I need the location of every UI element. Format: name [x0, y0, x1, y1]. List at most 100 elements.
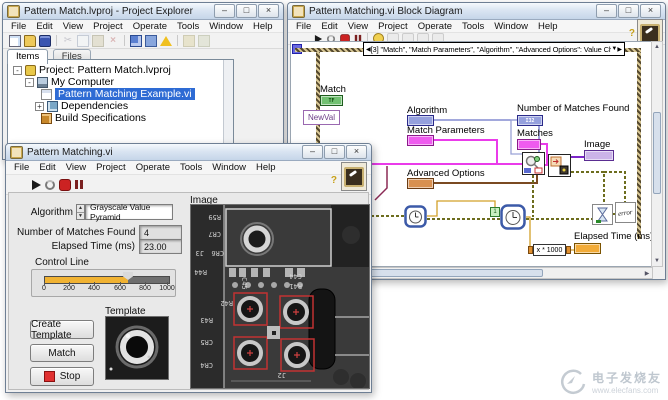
event-case-selector[interactable]: ◀ [3] "Match", "Match Parameters", "Algo…	[363, 42, 625, 56]
maximize-button[interactable]: □	[324, 145, 345, 159]
menu-edit[interactable]: Edit	[316, 21, 342, 32]
tick-count-icon-start[interactable]	[404, 205, 427, 228]
minimize-button[interactable]: –	[302, 145, 323, 159]
simple-error-handler-icon[interactable]: error	[615, 202, 636, 223]
menu-tools[interactable]: Tools	[457, 21, 489, 32]
menu-operate[interactable]: Operate	[128, 21, 172, 32]
front-panel-titlebar[interactable]: Pattern Matching.vi – □ ×	[6, 144, 371, 161]
number-of-matches-terminal[interactable]: I32	[517, 115, 543, 126]
tree-item-my-computer[interactable]: - My Computer	[8, 76, 233, 88]
paste-icon[interactable]	[92, 35, 104, 47]
tree-item-dependencies[interactable]: + Dependencies	[8, 100, 233, 112]
save-all-icon[interactable]	[39, 35, 51, 47]
svg-text:R43: R43	[200, 316, 213, 324]
menu-edit[interactable]: Edit	[31, 21, 57, 32]
new-file-icon[interactable]	[9, 35, 21, 47]
maximize-button[interactable]: □	[236, 4, 257, 18]
tree-item-pattern-matching-example[interactable]: Pattern Matching Example.vi	[8, 88, 233, 100]
context-help-icon[interactable]: ?	[629, 28, 635, 39]
menu-project[interactable]: Project	[88, 21, 128, 32]
event-case-label[interactable]: [3] "Match", "Match Parameters", "Algori…	[371, 45, 612, 54]
menu-help[interactable]: Help	[251, 162, 281, 173]
overlay-vi-icon[interactable]	[548, 154, 571, 177]
control-line-slider[interactable]: 0 200 400 600 800 1000	[31, 269, 176, 297]
tree-label[interactable]: Dependencies	[61, 100, 128, 112]
tree-label[interactable]: My Computer	[51, 76, 114, 88]
next-case-icon[interactable]: ▶	[617, 46, 622, 53]
delete-icon[interactable]: ×	[107, 35, 119, 47]
expander-icon[interactable]: -	[25, 78, 34, 87]
copy-icon[interactable]	[77, 35, 89, 47]
pause-icon[interactable]	[75, 180, 83, 189]
menu-view[interactable]: View	[58, 21, 88, 32]
warning-icon[interactable]	[160, 36, 172, 46]
match-terminal[interactable]: TF	[320, 95, 343, 106]
match-pattern-vi-icon[interactable]	[522, 152, 545, 175]
diagram-vscrollbar[interactable]: ▲▼	[651, 41, 663, 267]
menu-operate[interactable]: Operate	[131, 162, 175, 173]
stop-button[interactable]: Stop	[30, 367, 94, 386]
menu-tools[interactable]: Tools	[175, 162, 207, 173]
menu-window[interactable]: Window	[207, 162, 251, 173]
menu-file[interactable]: File	[9, 162, 34, 173]
event-structure-right-border[interactable]	[637, 52, 641, 239]
cut-icon[interactable]: ✂	[62, 35, 74, 47]
menu-window[interactable]: Window	[489, 21, 533, 32]
menu-operate[interactable]: Operate	[413, 21, 457, 32]
menu-tools[interactable]: Tools	[172, 21, 204, 32]
menu-help[interactable]: Help	[533, 21, 563, 32]
slider-track[interactable]	[44, 276, 170, 284]
matches-terminal[interactable]	[517, 139, 541, 150]
advanced-options-terminal[interactable]	[407, 178, 434, 189]
menu-file[interactable]: File	[291, 21, 316, 32]
close-button[interactable]: ×	[346, 145, 367, 159]
tree-label-selected[interactable]: Pattern Matching Example.vi	[55, 88, 195, 100]
image-terminal[interactable]	[584, 150, 614, 161]
tab-items[interactable]: Items	[7, 49, 48, 64]
match-parameters-terminal[interactable]	[407, 135, 434, 146]
context-help-icon[interactable]: ?	[331, 175, 337, 186]
expander-icon[interactable]: +	[35, 102, 44, 111]
multiply-node[interactable]: x * 1000	[533, 244, 566, 256]
menu-project[interactable]: Project	[373, 21, 413, 32]
block-diagram-titlebar[interactable]: Pattern Matching.vi Block Diagram – □ ×	[288, 3, 665, 20]
minimize-button[interactable]: –	[214, 4, 235, 18]
vscroll-thumb[interactable]	[653, 112, 661, 194]
algorithm-combo[interactable]: Grayscale Value Pyramid	[85, 204, 173, 220]
tree-label[interactable]: Build Specifications	[55, 112, 146, 124]
close-button[interactable]: ×	[640, 4, 661, 18]
abort-icon[interactable]	[59, 179, 71, 191]
matches-found-value[interactable]: 4	[139, 225, 182, 240]
create-template-button[interactable]: Create Template	[30, 320, 94, 339]
menu-view[interactable]: View	[61, 162, 91, 173]
tick-count-icon-end[interactable]	[500, 204, 526, 230]
expander-icon[interactable]: -	[13, 66, 22, 75]
project-explorer-titlebar[interactable]: Pattern Match.lvproj - Project Explorer …	[3, 3, 283, 20]
wait-ms-icon[interactable]	[592, 204, 613, 225]
tree-item-project[interactable]: - Project: Pattern Match.lvproj	[8, 64, 233, 76]
tree-item-build-specifications[interactable]: Build Specifications	[8, 112, 233, 124]
elapsed-time-value[interactable]: 23.00	[139, 239, 182, 254]
menu-window[interactable]: Window	[204, 21, 248, 32]
maximize-button[interactable]: □	[618, 4, 639, 18]
numeric-constant[interactable]: 1	[490, 207, 500, 217]
close-button[interactable]: ×	[258, 4, 279, 18]
menu-project[interactable]: Project	[91, 162, 131, 173]
menu-help[interactable]: Help	[248, 21, 278, 32]
tree-label[interactable]: Project: Pattern Match.lvproj	[39, 64, 171, 76]
algorithm-spinner[interactable]: ▲ ▼	[76, 204, 85, 220]
deploy-icon[interactable]	[145, 35, 157, 47]
run-continuously-icon[interactable]	[45, 180, 55, 190]
elapsed-time-terminal[interactable]	[574, 243, 601, 254]
open-folder-icon[interactable]	[24, 35, 36, 47]
build-icon[interactable]	[183, 35, 195, 47]
menu-view[interactable]: View	[343, 21, 373, 32]
run-icon[interactable]	[32, 180, 41, 190]
match-button[interactable]: Match	[30, 344, 94, 362]
menu-edit[interactable]: Edit	[34, 162, 60, 173]
run-build-icon[interactable]	[198, 35, 210, 47]
minimize-button[interactable]: –	[596, 4, 617, 18]
resolve-conflicts-icon[interactable]	[130, 35, 142, 47]
event-data-node[interactable]: NewVal	[303, 110, 340, 125]
menu-file[interactable]: File	[6, 21, 31, 32]
